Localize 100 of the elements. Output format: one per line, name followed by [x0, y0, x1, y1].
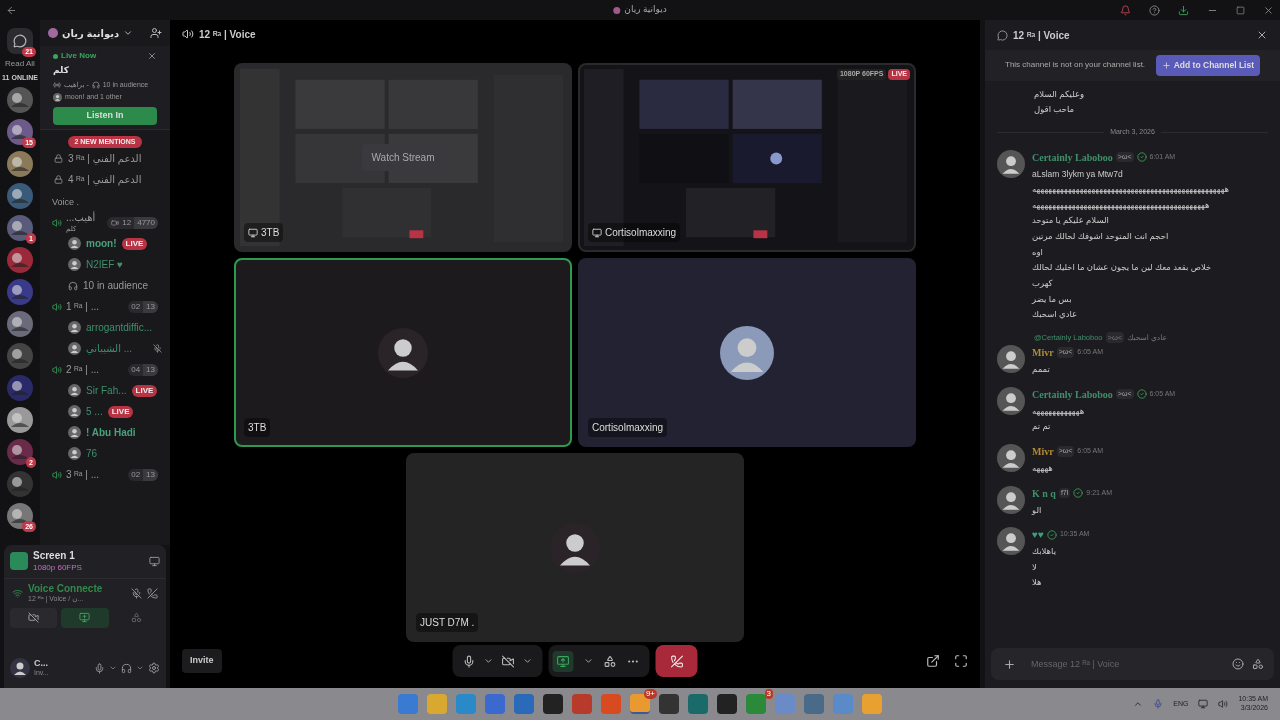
- invite-icon[interactable]: [150, 27, 162, 39]
- emoji-icon[interactable]: [1232, 658, 1244, 670]
- back-icon[interactable]: [6, 4, 17, 16]
- video-tile[interactable]: Cortisolmaxxing: [578, 258, 916, 448]
- server-icon[interactable]: [7, 119, 33, 145]
- home-button[interactable]: [7, 28, 33, 54]
- server-icon[interactable]: [7, 87, 33, 113]
- window-title: ديوانية ريان: [624, 3, 667, 17]
- server-icon[interactable]: [7, 503, 33, 529]
- popout-icon[interactable]: [926, 654, 940, 669]
- channel-title: 12 ᴿᵃ | Voice: [199, 27, 256, 42]
- message-text: لا: [1032, 561, 1038, 573]
- voice-channel-name[interactable]: 3 ᴿᵃ | ...: [66, 468, 100, 481]
- notice-text: This channel is not on your channel list.: [1005, 60, 1147, 71]
- voice-channel-name[interactable]: 2 ᴿᵃ | ...: [66, 363, 100, 376]
- disconnect-icon[interactable]: [147, 587, 158, 599]
- close-icon[interactable]: [1256, 29, 1268, 41]
- listen-in-button[interactable]: Listen In: [53, 106, 157, 125]
- video-tile[interactable]: Watch Stream 3TB: [234, 63, 572, 253]
- volume-icon[interactable]: [1218, 699, 1229, 709]
- microphone-icon[interactable]: [462, 654, 476, 668]
- close-icon[interactable]: [147, 51, 157, 61]
- author-name[interactable]: Certainly Laboboo: [1032, 386, 1113, 402]
- member-name[interactable]: ! Abu Hadi: [86, 425, 136, 441]
- video-tile[interactable]: JUST D7M .: [406, 453, 744, 643]
- noise-icon[interactable]: [131, 587, 142, 599]
- member-name[interactable]: moon!: [86, 236, 117, 252]
- headphones-icon[interactable]: [121, 662, 132, 674]
- member-name[interactable]: arrogantdiffic...: [86, 320, 152, 336]
- author-name[interactable]: K n q: [1032, 485, 1056, 501]
- member-name[interactable]: الشيباني ...: [86, 341, 133, 357]
- fullscreen-icon[interactable]: [954, 654, 968, 669]
- avatar: [997, 386, 1025, 415]
- channel-name[interactable]: 4 ᴿᵃ | الدعم الفني: [68, 172, 142, 187]
- member-name[interactable]: Sir Fah...: [86, 383, 127, 399]
- screen-share-button[interactable]: [61, 607, 109, 628]
- add-icon[interactable]: [1003, 658, 1016, 671]
- stop-stream-icon[interactable]: [149, 555, 160, 567]
- avatar: [997, 345, 1025, 373]
- author-name[interactable]: ♥♥: [1032, 527, 1044, 543]
- message-text: عادي اسحبك: [1032, 309, 1079, 320]
- message-text: ياهلابك: [1032, 546, 1058, 557]
- camera-toggle[interactable]: [501, 654, 515, 668]
- message-text: aLslam 3lykm ya Mtw7d: [1032, 168, 1124, 180]
- chevron-icon[interactable]: [136, 664, 144, 672]
- server-icon[interactable]: [7, 375, 33, 401]
- taskbar-app-icon[interactable]: [543, 694, 563, 714]
- apps-icon[interactable]: [1252, 658, 1264, 670]
- author-name[interactable]: Certainly Laboboo: [1032, 149, 1113, 165]
- server-icon[interactable]: [7, 183, 33, 209]
- taskbar-app-icon[interactable]: [659, 694, 679, 714]
- server-icon[interactable]: [7, 247, 33, 273]
- server-name[interactable]: ديوانية ريان: [62, 25, 120, 41]
- member-name[interactable]: 5 ...: [86, 404, 103, 420]
- stage-title: كلم: [53, 64, 70, 77]
- read-all-button[interactable]: Read All: [5, 60, 35, 68]
- server-icon[interactable]: [7, 311, 33, 337]
- connection-status[interactable]: Voice Connecte: [28, 582, 103, 595]
- avatar: [68, 384, 81, 398]
- server-icon[interactable]: [7, 151, 33, 177]
- voice-channel-name[interactable]: 1 ᴿᵃ | ...: [66, 300, 100, 313]
- inbox-icon[interactable]: [1120, 4, 1131, 16]
- live-now-label: Live Now: [61, 50, 97, 62]
- download-icon[interactable]: [1178, 4, 1189, 16]
- microphone-icon[interactable]: [94, 662, 105, 674]
- taskbar-app-icon[interactable]: [717, 694, 737, 714]
- help-icon[interactable]: [1149, 4, 1160, 16]
- monitor-icon: [248, 227, 258, 238]
- server-icon[interactable]: [7, 279, 33, 305]
- channel-name[interactable]: 3 ᴿᵃ | الدعم الفني: [68, 151, 142, 166]
- message-text: اوه: [1032, 246, 1044, 258]
- invite-button[interactable]: Invite: [182, 649, 222, 673]
- server-icon[interactable]: [7, 407, 33, 433]
- voice-channel-name[interactable]: ...أهيب: [66, 212, 96, 225]
- user-count-badge: 02 13: [128, 300, 158, 313]
- headphones-icon: [68, 280, 78, 291]
- close-icon[interactable]: [1263, 4, 1274, 16]
- settings-icon[interactable]: [148, 662, 160, 674]
- network-icon[interactable]: [1198, 699, 1209, 709]
- activities-icon[interactable]: [603, 654, 617, 668]
- live-badge: LIVE: [107, 405, 134, 418]
- server-icon[interactable]: [7, 343, 33, 369]
- camera-button[interactable]: [10, 607, 58, 628]
- maximize-icon[interactable]: [1236, 5, 1245, 15]
- screen-share-toggle[interactable]: [552, 650, 574, 672]
- add-to-channel-list-button[interactable]: Add to Channel List: [1155, 55, 1260, 76]
- author-name[interactable]: Mivr: [1032, 345, 1054, 360]
- member-name[interactable]: 76: [86, 446, 98, 462]
- video-tile[interactable]: 3TB: [234, 258, 572, 448]
- hang-up-button[interactable]: [655, 645, 698, 678]
- author-name[interactable]: Mivr: [1032, 443, 1054, 459]
- server-icon[interactable]: [7, 471, 33, 497]
- chevron-icon[interactable]: [109, 664, 117, 672]
- tray-chevron-icon[interactable]: [1133, 699, 1144, 709]
- taskbar-app-icon[interactable]: [630, 694, 650, 714]
- server-icon[interactable]: [7, 215, 33, 241]
- category-label[interactable]: Voice .: [40, 196, 170, 212]
- message-text: كهرب: [1032, 277, 1054, 289]
- member-name[interactable]: N2IEF ♥: [86, 257, 124, 273]
- server-icon[interactable]: [7, 439, 33, 465]
